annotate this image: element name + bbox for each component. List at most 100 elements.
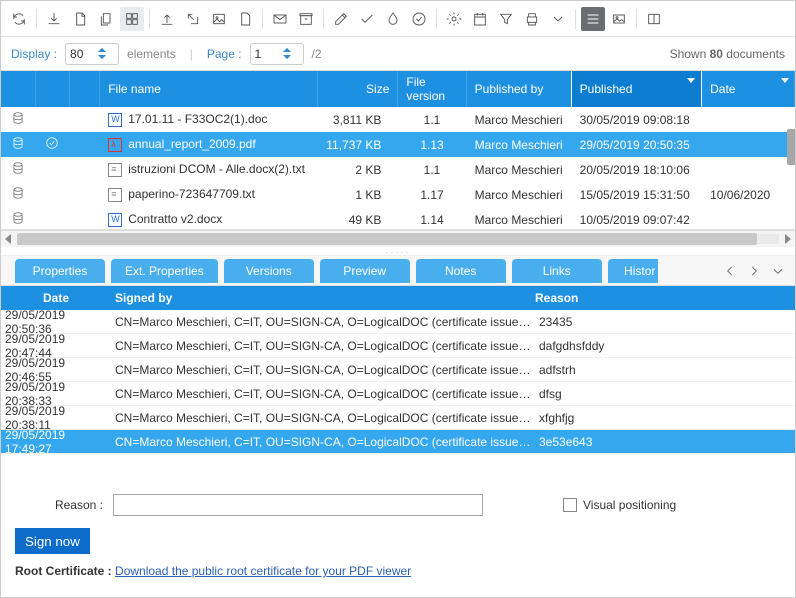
cell-date	[702, 207, 795, 230]
word-file-icon	[108, 113, 122, 127]
filename: istruzioni DCOM - Alle.docx(2).txt	[128, 162, 305, 176]
cell-published: 10/05/2019 09:07:42	[571, 207, 701, 230]
signature-row[interactable]: 29/05/2019 20:38:33CN=Marco Meschieri, C…	[1, 382, 795, 406]
sig-reason: dfsg	[535, 387, 795, 401]
drop-icon[interactable]	[381, 7, 405, 31]
signature-row[interactable]: 29/05/2019 20:50:36CN=Marco Meschieri, C…	[1, 310, 795, 334]
tab-scroll-right-icon[interactable]	[747, 264, 761, 278]
tab-notes[interactable]: Notes	[416, 259, 506, 283]
edit-icon[interactable]	[329, 7, 353, 31]
tab-versions[interactable]: Versions	[224, 259, 314, 283]
windows-icon[interactable]	[120, 7, 144, 31]
signatures-header: Date Signed by Reason	[1, 286, 795, 310]
table-row[interactable]: paperino-723647709.txt1 KB1.17Marco Mesc…	[1, 182, 795, 207]
col-filename[interactable]: File name	[100, 71, 318, 107]
page-number-input[interactable]	[250, 43, 304, 65]
tab-ext-properties[interactable]: Ext. Properties	[111, 259, 218, 283]
col-publishedby[interactable]: Published by	[466, 71, 571, 107]
visual-positioning-checkbox[interactable]: Visual positioning	[563, 498, 676, 512]
tab-preview[interactable]: Preview	[320, 259, 410, 283]
tab-histor[interactable]: Histor	[608, 259, 658, 283]
cell-publishedby: Marco Meschieri	[466, 107, 571, 132]
print-icon[interactable]	[520, 7, 544, 31]
detail-tabs-row: PropertiesExt. PropertiesVersionsPreview…	[1, 256, 795, 286]
shown-summary: Shown 80 documents	[670, 47, 785, 61]
visual-positioning-label: Visual positioning	[583, 498, 676, 512]
sig-col-signedby[interactable]: Signed by	[111, 291, 535, 305]
horizontal-scrollbar[interactable]	[1, 230, 795, 247]
col-fileversion[interactable]: File version	[398, 71, 466, 107]
archive-icon[interactable]	[294, 7, 318, 31]
cell-version: 1.14	[398, 207, 466, 230]
sig-reason: xfghfjg	[535, 411, 795, 425]
side-scroll-indicator[interactable]	[787, 129, 795, 165]
toggle-panel-icon[interactable]	[642, 7, 666, 31]
col-published[interactable]: Published	[571, 71, 701, 107]
root-cert-link[interactable]: Download the public root certificate for…	[115, 564, 411, 578]
signature-row[interactable]: 29/05/2019 20:47:44CN=Marco Meschieri, C…	[1, 334, 795, 358]
table-row[interactable]: 17.01.11 - F33OC2(1).doc3,811 KB1.1Marco…	[1, 107, 795, 132]
table-row[interactable]: annual_report_2009.pdf11,737 KB1.13Marco…	[1, 132, 795, 157]
filter-icon[interactable]	[494, 7, 518, 31]
list-view-icon[interactable]	[581, 7, 605, 31]
gallery-view-icon[interactable]	[607, 7, 631, 31]
sig-col-date[interactable]: Date	[1, 291, 111, 305]
splitter-gripper[interactable]: ·····	[1, 247, 795, 256]
download-icon[interactable]	[42, 7, 66, 31]
display-count-input[interactable]	[65, 43, 119, 65]
sig-reason: 3e53e643	[535, 435, 795, 449]
cell-version: 1.13	[398, 132, 466, 157]
db-icon	[11, 111, 25, 125]
tab-scroll-left-icon[interactable]	[723, 264, 737, 278]
col-size[interactable]: Size	[318, 71, 398, 107]
filename: paperino-723647709.txt	[128, 187, 255, 201]
settings-icon[interactable]	[442, 7, 466, 31]
mail-icon[interactable]	[268, 7, 292, 31]
refresh-icon[interactable]	[7, 7, 31, 31]
approve-icon[interactable]	[407, 7, 431, 31]
cell-published: 29/05/2019 20:50:35	[571, 132, 701, 157]
check-status-icon	[45, 136, 59, 150]
signature-row[interactable]: 29/05/2019 20:46:55CN=Marco Meschieri, C…	[1, 358, 795, 382]
col-date[interactable]: Date	[702, 71, 795, 107]
calendar-icon[interactable]	[468, 7, 492, 31]
cell-published: 15/05/2019 15:31:50	[571, 182, 701, 207]
sig-signedby: CN=Marco Meschieri, C=IT, OU=SIGN-CA, O=…	[111, 387, 535, 401]
chevron-down-icon[interactable]	[546, 7, 570, 31]
check-icon[interactable]	[355, 7, 379, 31]
documents-header-row: File name Size File version Published by…	[1, 71, 795, 107]
signature-row[interactable]: 29/05/2019 20:38:11CN=Marco Meschieri, C…	[1, 406, 795, 430]
table-row[interactable]: Contratto v2.docx49 KB1.14Marco Meschier…	[1, 207, 795, 230]
signature-row[interactable]: 29/05/2019 17:49:27CN=Marco Meschieri, C…	[1, 430, 795, 454]
txt-file-icon	[108, 163, 122, 177]
sign-now-button[interactable]: Sign now	[15, 528, 90, 554]
tab-links[interactable]: Links	[512, 259, 602, 283]
elements-label: elements	[127, 47, 176, 61]
sig-signedby: CN=Marco Meschieri, C=IT, OU=SIGN-CA, O=…	[111, 315, 535, 329]
sig-signedby: CN=Marco Meschieri, C=IT, OU=SIGN-CA, O=…	[111, 363, 535, 377]
sig-col-reason[interactable]: Reason	[535, 291, 795, 305]
document-icon[interactable]	[68, 7, 92, 31]
image-icon[interactable]	[207, 7, 231, 31]
signatures-body: 29/05/2019 20:50:36CN=Marco Meschieri, C…	[1, 310, 795, 454]
page-label: Page :	[207, 47, 242, 61]
tab-properties[interactable]: Properties	[15, 259, 105, 283]
reason-input[interactable]	[113, 494, 483, 516]
tab-dropdown-icon[interactable]	[771, 264, 785, 278]
db-icon	[11, 211, 25, 225]
upload-icon[interactable]	[155, 7, 179, 31]
cell-publishedby: Marco Meschieri	[466, 132, 571, 157]
export-icon[interactable]	[181, 7, 205, 31]
documents-table: File name Size File version Published by…	[1, 71, 795, 230]
filename: Contratto v2.docx	[128, 212, 222, 226]
cell-published: 30/05/2019 09:08:18	[571, 107, 701, 132]
txt-file-icon	[108, 188, 122, 202]
page-icon[interactable]	[233, 7, 257, 31]
table-row[interactable]: istruzioni DCOM - Alle.docx(2).txt2 KB1.…	[1, 157, 795, 182]
reason-label: Reason :	[15, 498, 103, 512]
cell-size: 11,737 KB	[318, 132, 398, 157]
sig-signedby: CN=Marco Meschieri, C=IT, OU=SIGN-CA, O=…	[111, 339, 535, 353]
copy-icon[interactable]	[94, 7, 118, 31]
cell-publishedby: Marco Meschieri	[466, 182, 571, 207]
sig-signedby: CN=Marco Meschieri, C=IT, OU=SIGN-CA, O=…	[111, 411, 535, 425]
